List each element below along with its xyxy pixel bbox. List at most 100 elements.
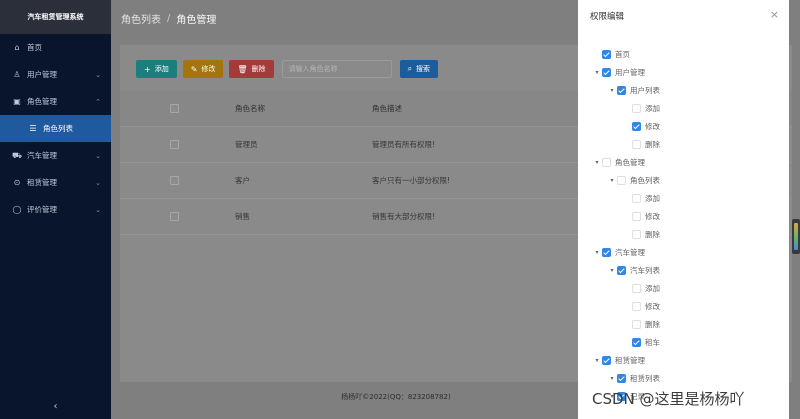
tree-checkbox[interactable] [602,247,611,257]
caret-down-icon[interactable]: ▾ [592,357,602,364]
tree-checkbox[interactable] [602,67,611,77]
sidebar-item-label: 角色管理 [27,97,57,106]
breadcrumb-parent[interactable]: 角色列表 [121,11,161,26]
row-checkbox[interactable] [170,140,179,149]
edit-icon: ✎ [190,64,198,74]
list-icon: ☰ [29,124,37,133]
tree-node-label: 角色列表 [630,175,660,185]
search-button-label: 搜索 [416,65,431,73]
chevron-down-icon: ⌄ [95,178,101,187]
tree-checkbox[interactable] [632,229,641,239]
sidebar-item-comment[interactable]: ◯ 评价管理 ⌄ [0,196,111,223]
chevron-down-icon: ⌄ [95,151,101,160]
tree-node-label: 删除 [645,319,660,329]
tree-checkbox[interactable] [632,337,641,347]
caret-down-icon[interactable]: ▾ [607,177,617,184]
sidebar-item-role[interactable]: ▣ 角色管理 ⌃ [0,88,111,115]
row-checkbox[interactable] [170,212,179,221]
chevron-up-icon: ⌃ [95,97,101,106]
tree-node-label: 租车 [645,337,660,347]
row-checkbox[interactable] [170,176,179,185]
caret-down-icon[interactable]: ▾ [607,87,617,94]
tree-node[interactable]: ▾修改 [578,117,789,135]
trash-icon: 🗑 [237,64,248,74]
watermark: CSDN @这里是杨杨吖 [592,390,745,408]
tree-node[interactable]: ▾删除 [578,225,789,243]
tree-node-label: 用户管理 [615,67,645,77]
collapse-sidebar-button[interactable]: ‹ [0,393,111,419]
select-all-checkbox[interactable] [170,104,179,113]
tree-checkbox[interactable] [617,265,626,275]
tree-node[interactable]: ▾ 用户管理 [578,63,789,81]
sidebar-item-label: 角色列表 [43,124,73,133]
tree-checkbox[interactable] [632,319,641,329]
caret-down-icon[interactable]: ▾ [592,159,602,166]
chevron-down-icon: ⌄ [95,205,101,214]
tree-node[interactable]: ▾ 角色管理 [578,153,789,171]
tree-checkbox[interactable] [602,355,611,365]
tree-node[interactable]: ▾添加 [578,189,789,207]
tree-node-label: 汽车管理 [615,247,645,257]
sidebar-item-label: 租赁管理 [27,178,57,187]
role-icon: ▣ [13,97,21,106]
edit-button-label: 修改 [201,65,216,73]
tree-node[interactable]: ▾ 租赁列表 [578,369,789,387]
tree-node[interactable]: ▾首页 [578,45,789,63]
tree-node-label: 删除 [645,229,660,239]
tree-checkbox[interactable] [617,373,626,383]
tree-checkbox[interactable] [602,49,611,59]
sidebar-item-user[interactable]: ♙ 用户管理 ⌄ [0,61,111,88]
tree-checkbox[interactable] [602,157,611,167]
caret-down-icon[interactable]: ▾ [607,267,617,274]
sidebar-item-car[interactable]: ⛟ 汽车管理 ⌄ [0,142,111,169]
search-button[interactable]: ⌕ 搜索 [399,60,439,78]
delete-button[interactable]: 🗑 删除 [229,60,274,78]
tree-checkbox[interactable] [632,103,641,113]
caret-down-icon[interactable]: ▾ [592,249,602,256]
caret-down-icon[interactable]: ▾ [607,375,617,382]
scrollbar[interactable] [792,219,800,254]
tree-node-label: 角色管理 [615,157,645,167]
tree-node-label: 添加 [645,283,660,293]
role-name-cell: 销售 [235,212,250,221]
search-input[interactable]: 请输入角色名称 [281,60,392,78]
tree-node[interactable]: ▾修改 [578,207,789,225]
sidebar-item-home[interactable]: ⌂ 首页 [0,34,111,61]
tree-node[interactable]: ▾ 用户列表 [578,81,789,99]
tree-node[interactable]: ▾删除 [578,135,789,153]
tree-node[interactable]: ▾添加 [578,99,789,117]
tree-node[interactable]: ▾租车 [578,333,789,351]
tree-node[interactable]: ▾ 角色列表 [578,171,789,189]
add-button[interactable]: + 添加 [136,60,177,78]
tree-node-label: 添加 [645,193,660,203]
tree-checkbox[interactable] [632,211,641,221]
tree-checkbox[interactable] [632,301,641,311]
tree-node[interactable]: ▾ 汽车列表 [578,261,789,279]
tree-checkbox[interactable] [617,175,626,185]
tree-checkbox[interactable] [632,121,641,131]
permission-tree: ▾首页▾用户管理▾用户列表▾添加▾修改▾删除▾角色管理▾角色列表▾添加▾修改▾删… [578,45,789,405]
caret-down-icon[interactable]: ▾ [592,69,602,76]
role-name-cell: 客户 [235,176,250,185]
tree-node[interactable]: ▾添加 [578,279,789,297]
tree-node[interactable]: ▾删除 [578,315,789,333]
permission-drawer: 权限编辑 × ▾首页▾用户管理▾用户列表▾添加▾修改▾删除▾角色管理▾角色列表▾… [578,0,789,419]
tree-checkbox[interactable] [632,139,641,149]
edit-button[interactable]: ✎ 修改 [182,60,224,78]
tree-checkbox[interactable] [617,85,626,95]
tree-node[interactable]: ▾修改 [578,297,789,315]
role-desc-cell: 管理员有所有权限! [372,140,436,149]
sidebar-item-lease[interactable]: ⊙ 租赁管理 ⌄ [0,169,111,196]
tree-checkbox[interactable] [632,283,641,293]
sidebar-item-label: 用户管理 [27,70,57,79]
close-icon[interactable]: × [770,8,779,21]
tree-node[interactable]: ▾ 租赁管理 [578,351,789,369]
search-placeholder: 请输入角色名称 [288,65,338,73]
tree-node-label: 添加 [645,103,660,113]
plus-icon: + [144,64,151,74]
drawer-title: 权限编辑 [590,12,625,22]
tree-node[interactable]: ▾ 汽车管理 [578,243,789,261]
sidebar-item-list[interactable]: ☰ 角色列表 [0,115,111,142]
tree-checkbox[interactable] [632,193,641,203]
toolbar: + 添加 ✎ 修改 🗑 删除 请输入角色名称 ⌕ 搜索 [136,60,439,78]
